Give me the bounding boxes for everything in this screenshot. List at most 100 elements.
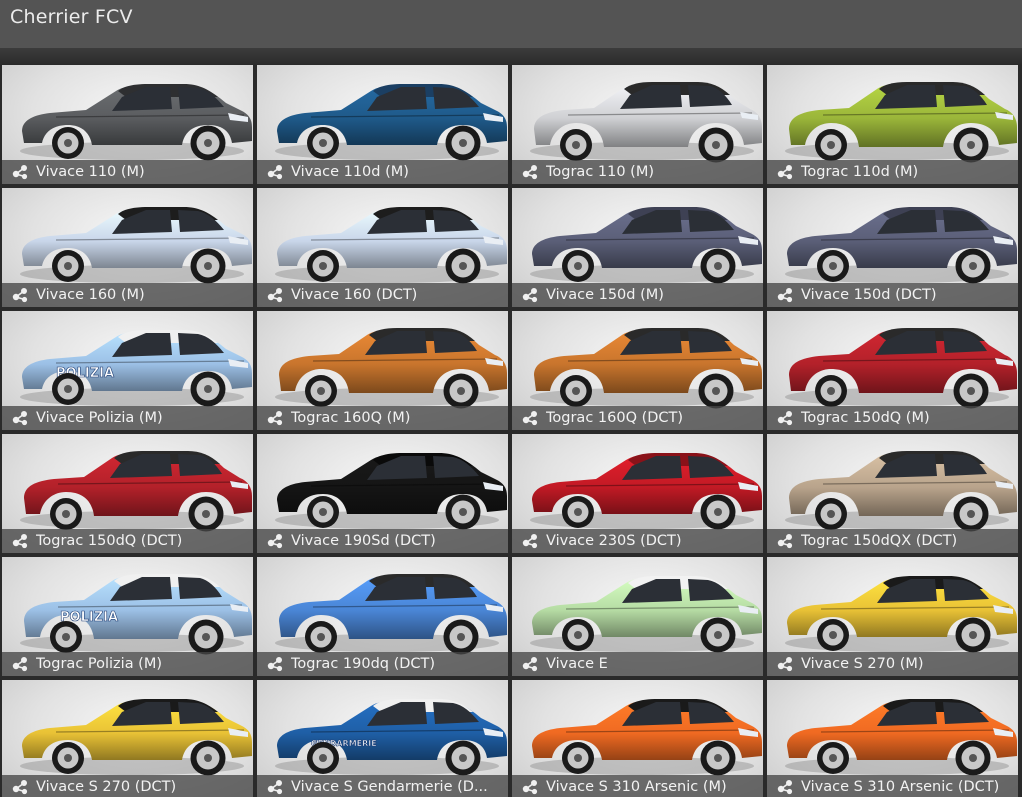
vehicle-config-tile[interactable]: Vivace S 270 (DCT) (2, 680, 253, 797)
vehicle-config-tile[interactable]: Vivace 150d (M) (512, 188, 763, 307)
car-thumbnail: POLIZIA (20, 574, 252, 655)
car-thumbnail: GENDARMERIE (275, 699, 507, 776)
car-thumbnail (530, 328, 762, 409)
vehicle-config-name: Vivace S 270 (DCT) (36, 779, 177, 795)
car-thumbnail (785, 699, 1017, 776)
car-thumbnail (20, 207, 252, 284)
share-node-icon (267, 780, 283, 795)
vehicle-config-tile[interactable]: Tograc 190dq (DCT) (257, 557, 508, 676)
vehicle-config-tile[interactable]: Vivace 160 (DCT) (257, 188, 508, 307)
vehicle-config-tile[interactable]: Vivace 190Sd (DCT) (257, 434, 508, 553)
vehicle-config-name: Vivace 160 (M) (36, 287, 145, 303)
share-node-icon (12, 288, 28, 303)
tile-caption: Tograc 160Q (DCT) (512, 406, 763, 430)
share-node-icon (777, 780, 793, 795)
vehicle-config-tile[interactable]: Tograc 150dQX (DCT) (767, 434, 1018, 553)
vehicle-config-tile[interactable]: Vivace S 270 (M) (767, 557, 1018, 676)
vehicle-config-name: Tograc 110 (M) (546, 164, 655, 180)
share-node-icon (267, 165, 283, 180)
vehicle-config-tile[interactable]: Vivace 160 (M) (2, 188, 253, 307)
tile-caption: Vivace 110 (M) (2, 160, 253, 184)
car-thumbnail (785, 451, 1017, 532)
vehicle-config-tile[interactable]: Tograc 150dQ (M) (767, 311, 1018, 430)
car-thumbnail (530, 576, 762, 653)
car-thumbnail (275, 207, 507, 284)
vehicle-config-name: Vivace 230S (DCT) (546, 533, 682, 549)
car-thumbnail (20, 84, 252, 161)
vehicle-config-name: Vivace 110 (M) (36, 164, 145, 180)
vehicle-config-name: Vivace 150d (M) (546, 287, 664, 303)
share-node-icon (267, 657, 283, 672)
tile-caption: Tograc 110d (M) (767, 160, 1018, 184)
vehicle-config-grid: Vivace 110 (M) Vivace 110d (M) Tograc 11… (2, 65, 1022, 797)
vehicle-config-tile[interactable]: Vivace 150d (DCT) (767, 188, 1018, 307)
car-thumbnail (530, 82, 762, 163)
share-node-icon (777, 165, 793, 180)
vehicle-config-tile[interactable]: POLIZIA Vivace Polizia (M) (2, 311, 253, 430)
car-thumbnail (275, 84, 507, 161)
vehicle-config-tile[interactable]: POLIZIA Tograc Polizia (M) (2, 557, 253, 676)
vehicle-config-tile[interactable]: Tograc 150dQ (DCT) (2, 434, 253, 553)
share-node-icon (12, 534, 28, 549)
share-node-icon (522, 657, 538, 672)
car-thumbnail (785, 328, 1017, 409)
vehicle-config-name: Tograc 160Q (DCT) (546, 410, 684, 426)
share-node-icon (777, 657, 793, 672)
tile-caption: Tograc 110 (M) (512, 160, 763, 184)
vehicle-config-name: Vivace Polizia (M) (36, 410, 163, 426)
car-thumbnail (785, 207, 1017, 284)
share-node-icon (522, 165, 538, 180)
share-node-icon (267, 411, 283, 426)
vehicle-config-tile[interactable]: Tograc 110d (M) (767, 65, 1018, 184)
vehicle-config-name: Vivace 190Sd (DCT) (291, 533, 436, 549)
share-node-icon (522, 411, 538, 426)
tile-caption: Vivace 150d (DCT) (767, 283, 1018, 307)
tile-caption: Vivace S Gendarmerie (D... (257, 775, 508, 797)
tile-caption: Tograc 150dQ (M) (767, 406, 1018, 430)
vehicle-config-name: Vivace E (546, 656, 608, 672)
car-thumbnail (20, 699, 252, 776)
vehicle-config-name: Vivace 150d (DCT) (801, 287, 937, 303)
tile-caption: Vivace S 270 (M) (767, 652, 1018, 676)
vehicle-config-tile[interactable]: Vivace E (512, 557, 763, 676)
vehicle-config-name: Tograc 150dQX (DCT) (801, 533, 958, 549)
car-thumbnail (530, 453, 762, 530)
share-node-icon (12, 780, 28, 795)
vehicle-config-name: Tograc 150dQ (DCT) (36, 533, 183, 549)
vehicle-config-name: Tograc 190dq (DCT) (291, 656, 436, 672)
tile-caption: Vivace 230S (DCT) (512, 529, 763, 553)
vehicle-config-tile[interactable]: Tograc 160Q (DCT) (512, 311, 763, 430)
vehicle-config-tile[interactable]: Vivace 110 (M) (2, 65, 253, 184)
car-thumbnail (785, 82, 1017, 163)
header-divider (0, 48, 1022, 64)
tile-caption: Tograc Polizia (M) (2, 652, 253, 676)
vehicle-config-tile[interactable]: Vivace S 310 Arsenic (M) (512, 680, 763, 797)
vehicle-config-tile[interactable]: Vivace 110d (M) (257, 65, 508, 184)
share-node-icon (267, 534, 283, 549)
vehicle-config-name: Vivace 110d (M) (291, 164, 409, 180)
tile-caption: Vivace 160 (M) (2, 283, 253, 307)
share-node-icon (522, 780, 538, 795)
tile-caption: Vivace 190Sd (DCT) (257, 529, 508, 553)
vehicle-config-tile[interactable]: Tograc 110 (M) (512, 65, 763, 184)
tile-caption: Vivace 150d (M) (512, 283, 763, 307)
vehicle-config-name: Vivace S 310 Arsenic (M) (546, 779, 727, 795)
share-node-icon (777, 288, 793, 303)
vehicle-config-tile[interactable]: Tograc 160Q (M) (257, 311, 508, 430)
vehicle-config-tile[interactable]: Vivace S 310 Arsenic (DCT) (767, 680, 1018, 797)
share-node-icon (777, 534, 793, 549)
tile-caption: Tograc 150dQ (DCT) (2, 529, 253, 553)
share-node-icon (522, 288, 538, 303)
vehicle-config-tile[interactable]: GENDARMERIE Vivace S Gendarmerie (D... (257, 680, 508, 797)
tile-caption: Vivace 160 (DCT) (257, 283, 508, 307)
share-node-icon (12, 657, 28, 672)
tile-caption: Tograc 150dQX (DCT) (767, 529, 1018, 553)
vehicle-config-tile[interactable]: Vivace 230S (DCT) (512, 434, 763, 553)
vehicle-config-name: Vivace S 270 (M) (801, 656, 924, 672)
tile-caption: Vivace S 310 Arsenic (DCT) (767, 775, 1018, 797)
vehicle-config-name: Vivace S Gendarmerie (D... (291, 779, 488, 795)
car-thumbnail (275, 574, 507, 655)
vehicle-config-name: Tograc 150dQ (M) (801, 410, 930, 426)
tile-caption: Vivace 110d (M) (257, 160, 508, 184)
car-thumbnail (20, 451, 252, 532)
